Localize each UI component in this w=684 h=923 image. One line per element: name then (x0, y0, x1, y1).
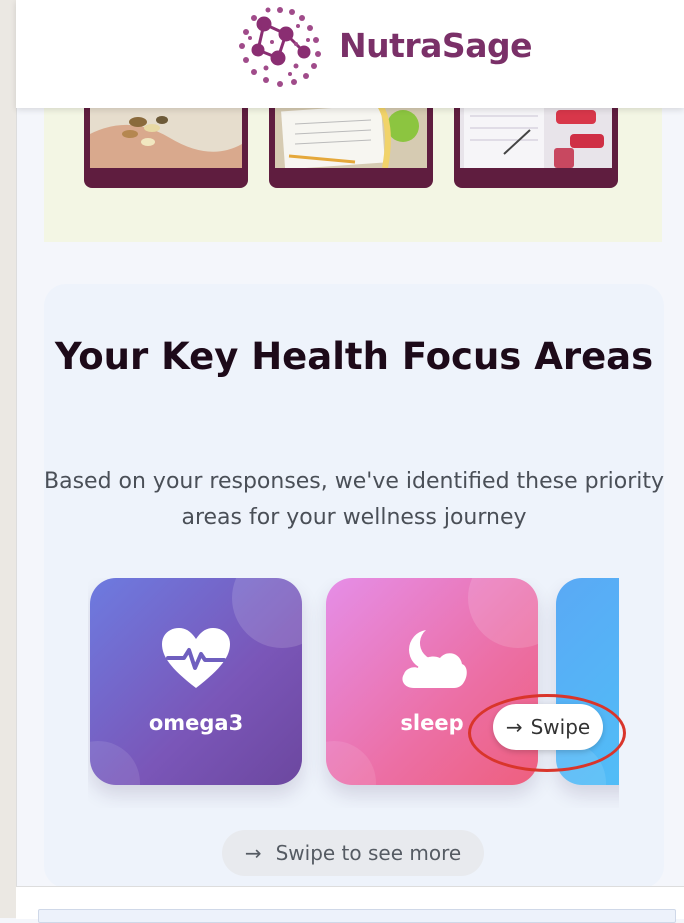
highlight-circle (468, 694, 626, 772)
bottom-section (16, 886, 684, 923)
focus-card-label: omega3 (148, 711, 244, 735)
image-gallery (44, 104, 662, 242)
planner-image (460, 104, 612, 168)
bottom-panel (38, 909, 676, 923)
swipe-hint[interactable]: → Swipe to see more (222, 830, 484, 876)
gallery-image-supplements[interactable] (84, 104, 248, 188)
diet-plan-image (275, 104, 427, 168)
brand-name[interactable]: NutraSage (339, 26, 532, 65)
arrow-right-icon: → (244, 841, 262, 865)
supplements-image (90, 104, 242, 168)
heart-pulse-icon (162, 628, 230, 688)
swipe-hint-label: Swipe to see more (275, 841, 462, 865)
gallery-image-diet-plan[interactable] (269, 104, 433, 188)
focus-carousel[interactable]: omega3 sleep (88, 578, 619, 808)
gallery-image-planner[interactable] (454, 104, 618, 188)
logo-icon (239, 7, 321, 87)
site-header: NutraSage (16, 0, 684, 108)
focus-title: Your Key Health Focus Areas (54, 335, 654, 378)
moon-cloud-icon (402, 630, 467, 688)
focus-subtitle: Based on your responses, we've identifie… (44, 469, 665, 530)
focus-card-omega3[interactable]: omega3 (90, 578, 302, 785)
window-edge (0, 0, 17, 918)
